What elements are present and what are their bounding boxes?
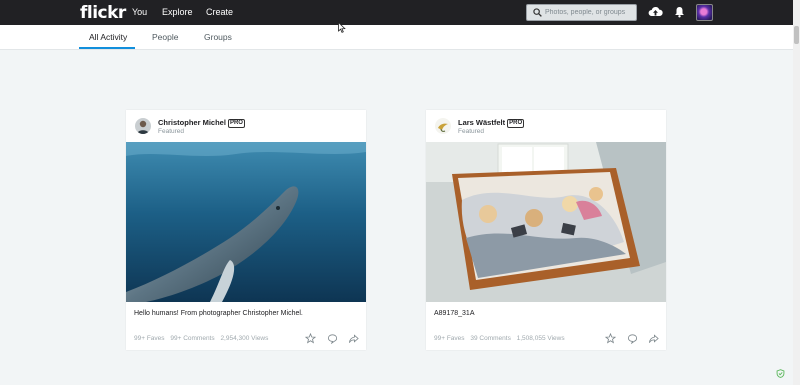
featured-label: Featured: [158, 128, 185, 135]
notifications-bell-icon[interactable]: [674, 6, 685, 18]
featured-label: Featured: [458, 128, 485, 135]
user-avatar[interactable]: [696, 4, 713, 21]
activity-card: Christopher Michel PRO Featured Hello hu…: [126, 110, 366, 350]
search-input[interactable]: [545, 6, 635, 19]
nav-create[interactable]: Create: [206, 7, 233, 17]
photo-caption: A89178_31A: [434, 310, 475, 317]
author-avatar[interactable]: [135, 118, 151, 134]
share-icon[interactable]: [648, 333, 659, 344]
tab-people[interactable]: People: [152, 32, 178, 42]
faves-count: 99+ Faves: [134, 335, 165, 342]
activity-card: Lars Wästfelt PRO Featured A89178_31A 99+…: [426, 110, 666, 350]
mouse-cursor-icon: [338, 22, 346, 33]
pro-badge: PRO: [227, 119, 245, 128]
views-count: 2,954,300 Views: [220, 335, 269, 342]
author-name[interactable]: Christopher Michel PRO: [158, 118, 245, 128]
photo-stats: 99+ Faves 39 Comments 1,508,055 Views: [434, 335, 569, 342]
flickr-logo[interactable]: flickr: [80, 3, 126, 23]
card-header: Christopher Michel PRO Featured: [126, 110, 366, 142]
top-navigation-bar: flickr You Explore Create: [0, 0, 800, 25]
comment-icon[interactable]: [627, 333, 638, 344]
photo-family-bed[interactable]: [426, 142, 666, 302]
search-box[interactable]: [526, 4, 637, 21]
activity-tabs: All Activity People Groups: [0, 25, 793, 50]
photo-whale[interactable]: [126, 142, 366, 302]
fave-star-icon[interactable]: [605, 333, 616, 344]
scrollbar-thumb[interactable]: [794, 26, 799, 44]
author-avatar[interactable]: [435, 118, 451, 134]
active-tab-indicator: [79, 47, 135, 49]
photo-stats: 99+ Faves 99+ Comments 2,954,300 Views: [134, 335, 272, 342]
photo-caption: Hello humans! From photographer Christop…: [134, 310, 303, 317]
nav-you[interactable]: You: [132, 7, 147, 17]
shield-icon[interactable]: [776, 369, 785, 378]
comment-icon[interactable]: [327, 333, 338, 344]
comments-count: 99+ Comments: [170, 335, 215, 342]
tab-all-activity[interactable]: All Activity: [89, 32, 127, 42]
faves-count: 99+ Faves: [434, 335, 465, 342]
search-icon: [533, 8, 542, 17]
pro-badge: PRO: [507, 119, 525, 128]
card-header: Lars Wästfelt PRO Featured: [426, 110, 666, 142]
tab-groups[interactable]: Groups: [204, 32, 232, 42]
author-name[interactable]: Lars Wästfelt PRO: [458, 118, 525, 128]
page-scrollbar[interactable]: [793, 0, 800, 385]
upload-cloud-icon[interactable]: [648, 5, 663, 19]
nav-explore[interactable]: Explore: [162, 7, 193, 17]
views-count: 1,508,055 Views: [516, 335, 565, 342]
share-icon[interactable]: [348, 333, 359, 344]
fave-star-icon[interactable]: [305, 333, 316, 344]
comments-count: 39 Comments: [470, 335, 511, 342]
